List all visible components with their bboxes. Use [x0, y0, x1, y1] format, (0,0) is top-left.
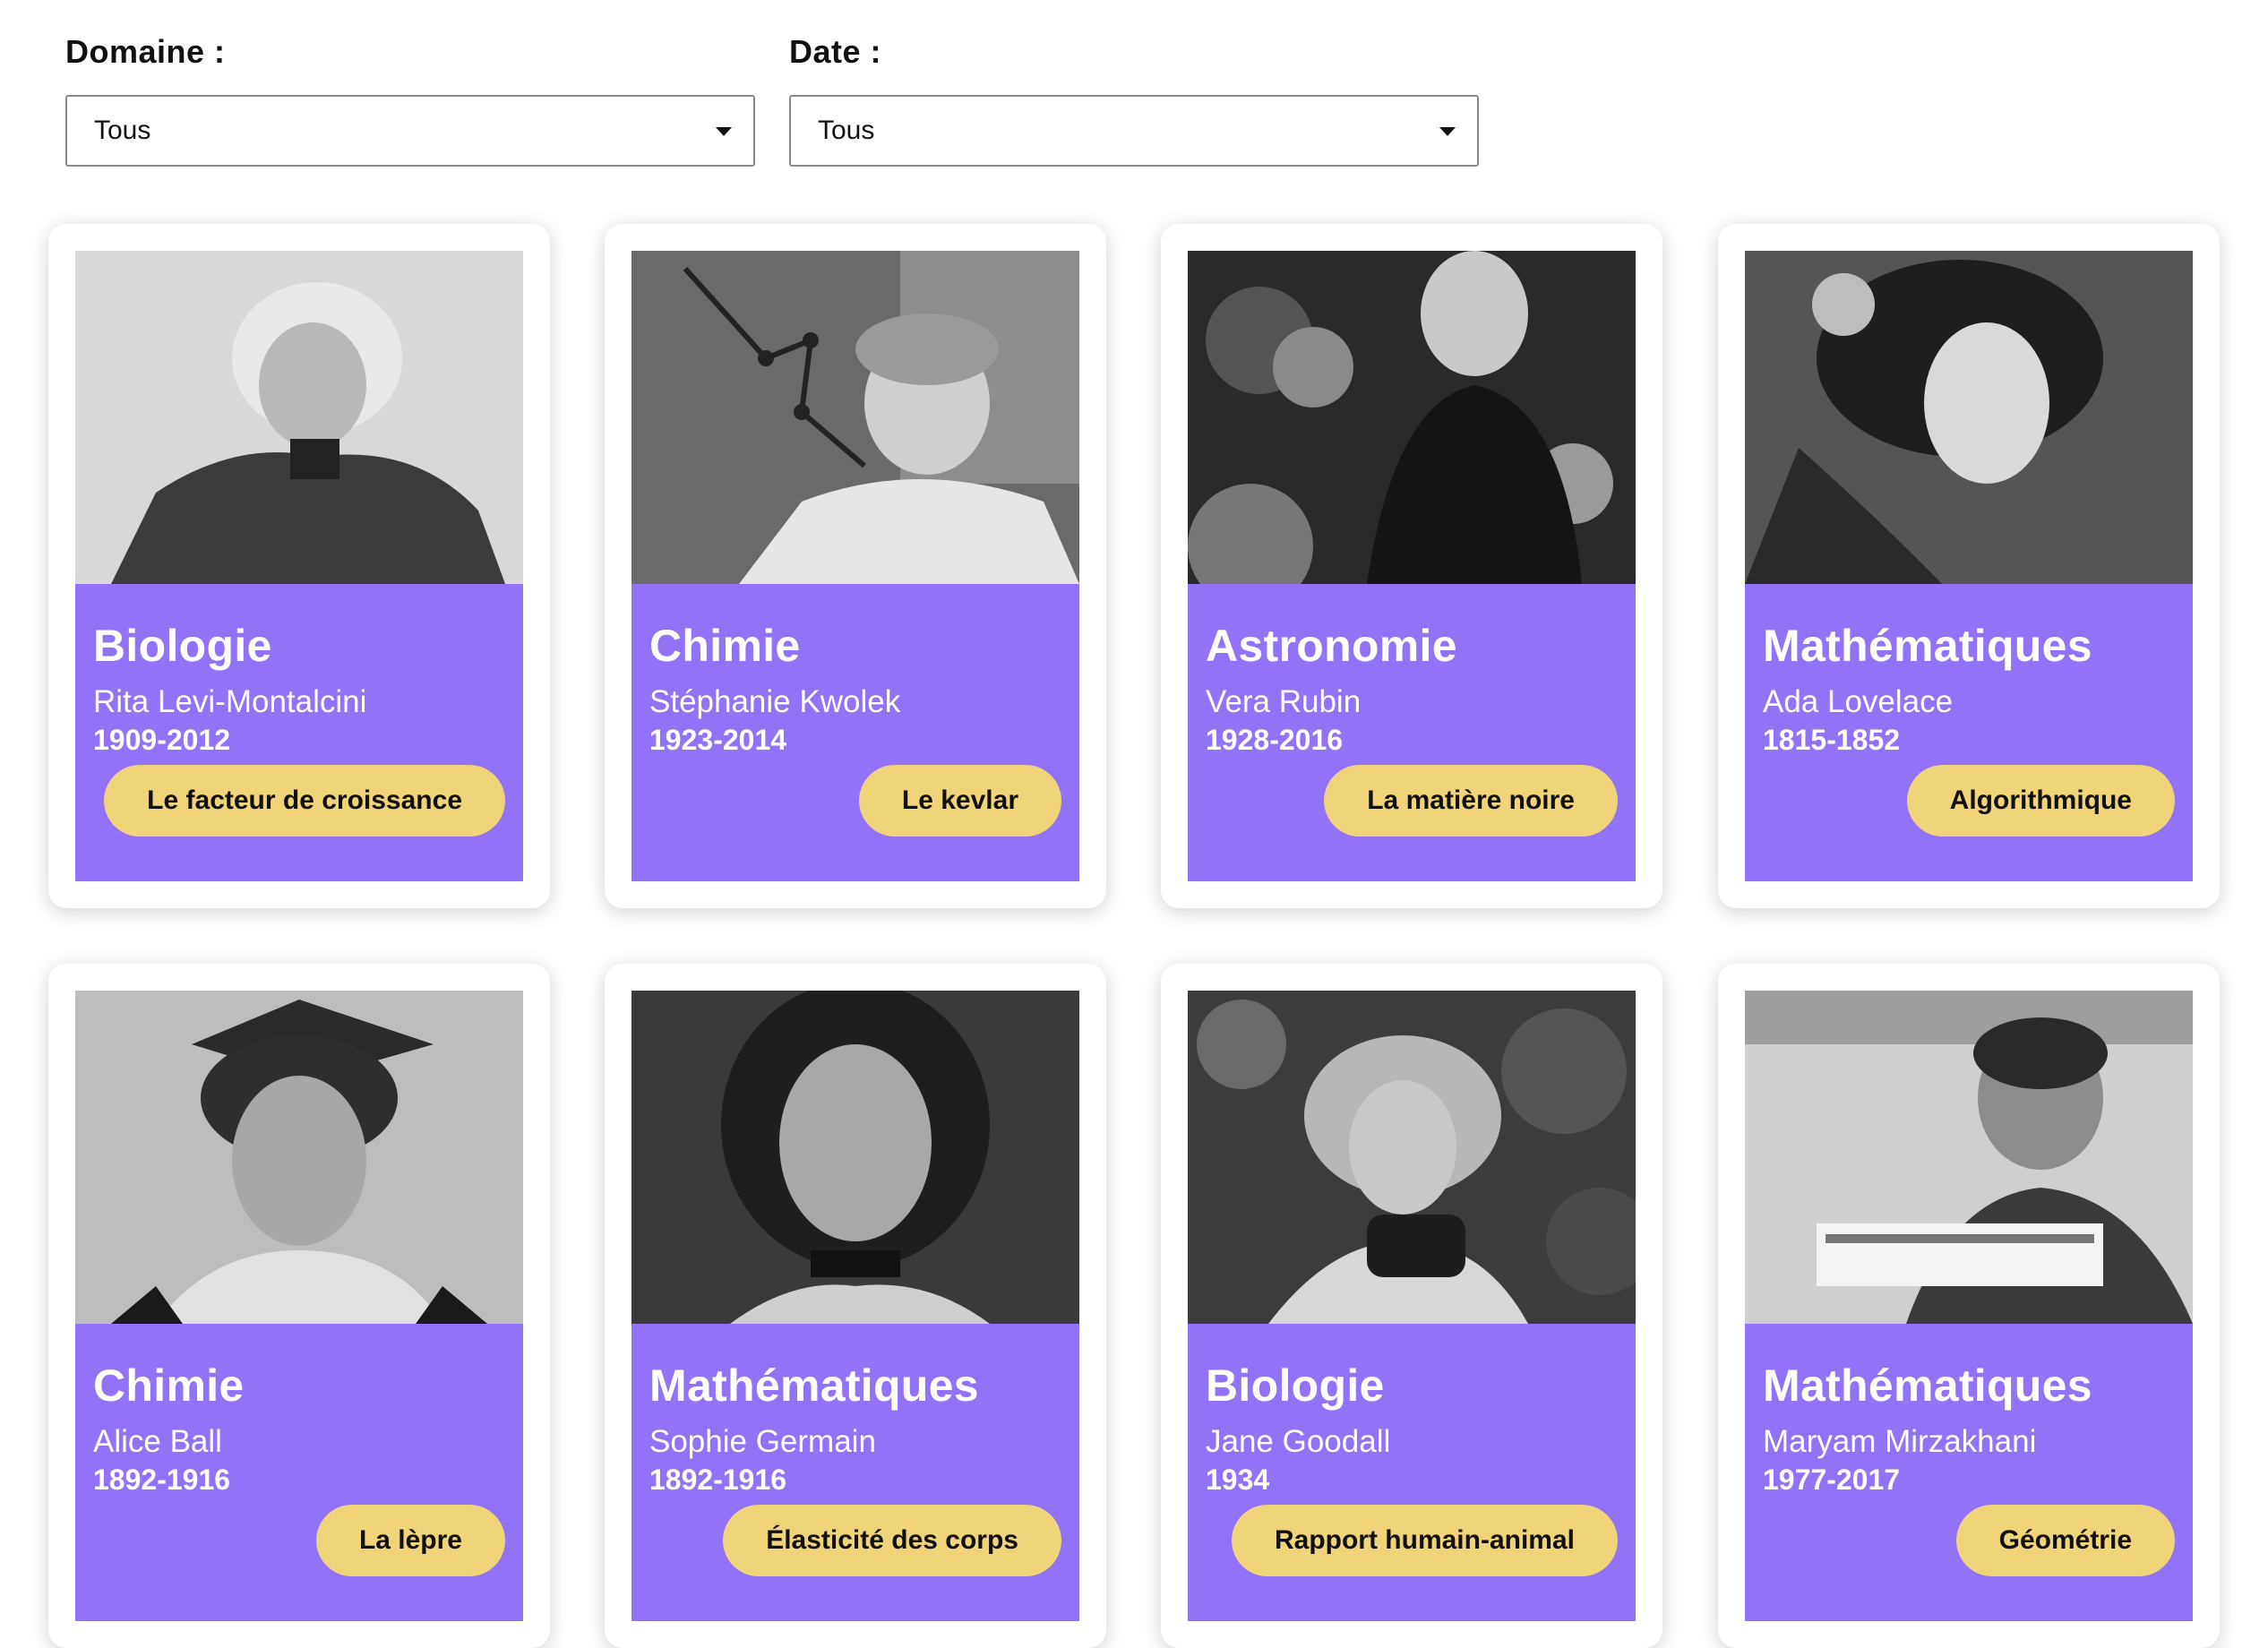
scientist-card[interactable]: Biologie Rita Levi-Montalcini 1909-2012 … — [48, 224, 550, 908]
scientist-card[interactable]: Mathématiques Ada Lovelace 1815-1852 Alg… — [1718, 224, 2220, 908]
card-info: Astronomie Vera Rubin 1928-2016 La matiè… — [1188, 584, 1636, 881]
topic-button[interactable]: Rapport humain-animal — [1231, 1505, 1618, 1576]
portrait-photo — [1188, 251, 1636, 584]
portrait-photo — [631, 251, 1079, 584]
card-dates: 1815-1852 — [1763, 724, 1901, 756]
card-domain: Chimie — [649, 621, 801, 671]
scientist-card[interactable]: Mathématiques Sophie Germain 1892-1916 É… — [605, 964, 1106, 1648]
topic-button[interactable]: Algorithmique — [1906, 765, 2175, 837]
topic-button[interactable]: La matière noire — [1324, 765, 1618, 837]
card-name: Stéphanie Kwolek — [649, 684, 901, 719]
portrait-photo — [75, 991, 523, 1324]
card-info: Mathématiques Maryam Mirzakhani 1977-201… — [1745, 1324, 2193, 1621]
card-name: Maryam Mirzakhani — [1763, 1424, 2037, 1459]
portrait-photo — [1188, 991, 1636, 1324]
card-info: Chimie Alice Ball 1892-1916 La lèpre — [75, 1324, 523, 1621]
card-dates: 1923-2014 — [649, 724, 787, 756]
scientist-card[interactable]: Biologie Jane Goodall 1934 Rapport humai… — [1161, 964, 1662, 1648]
portrait-photo — [75, 251, 523, 584]
scientist-card-grid: Biologie Rita Levi-Montalcini 1909-2012 … — [0, 0, 2268, 1648]
card-name: Rita Levi-Montalcini — [93, 684, 367, 719]
card-domain: Astronomie — [1206, 621, 1457, 671]
card-domain: Mathématiques — [649, 1360, 979, 1411]
portrait-photo — [1745, 991, 2193, 1324]
card-name: Alice Ball — [93, 1424, 222, 1459]
card-info: Biologie Jane Goodall 1934 Rapport humai… — [1188, 1324, 1636, 1621]
portrait-photo — [1745, 251, 2193, 584]
card-dates: 1892-1916 — [649, 1463, 787, 1496]
topic-button[interactable]: Géométrie — [1955, 1505, 2175, 1576]
card-domain: Mathématiques — [1763, 621, 2092, 671]
scientist-card[interactable]: Astronomie Vera Rubin 1928-2016 La matiè… — [1161, 224, 1662, 908]
card-domain: Biologie — [93, 621, 272, 671]
card-name: Jane Goodall — [1206, 1424, 1391, 1459]
card-dates: 1934 — [1206, 1463, 1270, 1496]
card-name: Vera Rubin — [1206, 684, 1362, 719]
card-domain: Chimie — [93, 1360, 245, 1411]
card-info: Biologie Rita Levi-Montalcini 1909-2012 … — [75, 584, 523, 881]
scientist-card[interactable]: Chimie Alice Ball 1892-1916 La lèpre — [48, 964, 550, 1648]
topic-button[interactable]: Le kevlar — [858, 765, 1061, 837]
portrait-photo — [631, 991, 1079, 1324]
scientist-card[interactable]: Chimie Stéphanie Kwolek 1923-2014 Le kev… — [605, 224, 1106, 908]
card-dates: 1909-2012 — [93, 724, 231, 756]
card-domain: Biologie — [1206, 1360, 1385, 1411]
card-dates: 1977-2017 — [1763, 1463, 1901, 1496]
card-name: Sophie Germain — [649, 1424, 876, 1459]
card-domain: Mathématiques — [1763, 1360, 2092, 1411]
card-dates: 1892-1916 — [93, 1463, 231, 1496]
card-info: Chimie Stéphanie Kwolek 1923-2014 Le kev… — [631, 584, 1079, 881]
scientist-card[interactable]: Mathématiques Maryam Mirzakhani 1977-201… — [1718, 964, 2220, 1648]
card-name: Ada Lovelace — [1763, 684, 1954, 719]
card-info: Mathématiques Ada Lovelace 1815-1852 Alg… — [1745, 584, 2193, 881]
topic-button[interactable]: Le facteur de croissance — [104, 765, 505, 837]
topic-button[interactable]: Élasticité des corps — [723, 1505, 1061, 1576]
topic-button[interactable]: La lèpre — [315, 1505, 505, 1576]
card-dates: 1928-2016 — [1206, 724, 1344, 756]
card-info: Mathématiques Sophie Germain 1892-1916 É… — [631, 1324, 1079, 1621]
